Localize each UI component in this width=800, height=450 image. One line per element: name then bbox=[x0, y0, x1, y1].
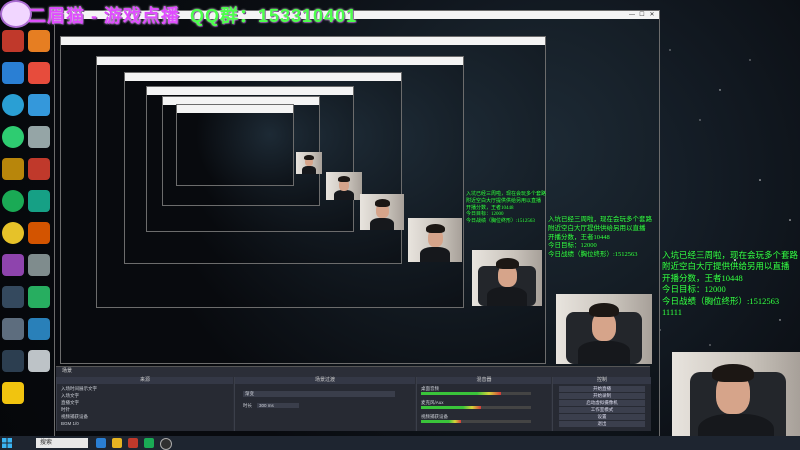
stream-info-text-small: 入坑已经三周啦，现在会玩多个套路 附近空白大厅提供供给另用以直播 开播分数，王者1… bbox=[466, 192, 547, 224]
studio-mode-button[interactable]: 工作室模式 bbox=[559, 407, 645, 413]
browser-icon[interactable] bbox=[96, 438, 106, 448]
desktop-shortcut-icon[interactable] bbox=[28, 190, 50, 212]
desktop-icon-column-2 bbox=[26, 26, 54, 426]
window-titlebar bbox=[125, 73, 401, 81]
maximize-button[interactable]: ☐ bbox=[639, 12, 645, 18]
desktop-shortcut-icon[interactable] bbox=[2, 286, 24, 308]
desktop-shortcut-icon[interactable] bbox=[2, 126, 24, 148]
source-item[interactable]: BGM 1/0 bbox=[61, 421, 79, 426]
desktop-shortcut-icon[interactable] bbox=[28, 222, 50, 244]
desktop-shortcut-icon[interactable] bbox=[28, 318, 50, 340]
obs-dock: 场景 来源 入场时间展示文字 入场文字 直播文字 时针 视频捕获设备 BGM 1… bbox=[56, 366, 651, 431]
window-titlebar bbox=[147, 87, 353, 95]
transitions-panel: 场景过渡 渐变 时长 300 ms bbox=[234, 377, 415, 431]
start-streaming-button[interactable]: 开始直播 bbox=[559, 386, 645, 392]
desktop-shortcut-icon[interactable] bbox=[2, 254, 24, 276]
minimize-button[interactable]: — bbox=[629, 12, 635, 18]
obs-preview-window-7 bbox=[176, 104, 294, 186]
desktop-shortcut-icon[interactable] bbox=[2, 222, 24, 244]
settings-button[interactable]: 设置 bbox=[559, 414, 645, 420]
desktop-shortcut-icon[interactable] bbox=[28, 94, 50, 116]
transition-select[interactable]: 渐变 bbox=[243, 391, 395, 397]
preview-canvas bbox=[177, 113, 293, 185]
duration-label: 时长 bbox=[243, 403, 252, 408]
stream-info-text: 入坑已经三周啦，现在会玩多个套路 附近空白大厅提供供给另用以直播 开播分数，王者1… bbox=[662, 250, 799, 318]
stream-title: 二眉猫 - 游戏点播 bbox=[28, 6, 180, 26]
mixer-panel: 混音器 桌面音频 麦克风/Aux 视频捕获设备 bbox=[416, 377, 551, 431]
source-item[interactable]: 入场文字 bbox=[61, 393, 79, 399]
desktop-shortcut-icon[interactable] bbox=[28, 126, 50, 148]
volume-meter-level bbox=[421, 420, 461, 423]
stream-info-text-medium: 入坑已经三周啦，现在会玩多个套路 附近空白大厅提供供给另用以直播 开播分数，王者1… bbox=[548, 216, 652, 259]
desktop-shortcut-icon[interactable] bbox=[2, 62, 24, 84]
desktop-shortcut-icon[interactable] bbox=[2, 30, 24, 52]
obs-icon[interactable] bbox=[160, 438, 172, 450]
window-titlebar bbox=[177, 105, 293, 113]
virtual-camera-button[interactable]: 启动虚拟摄像机 bbox=[559, 400, 645, 406]
desktop: — ☐ ✕ 入坑已经三周啦，现在会玩多个套路 附近空白大厅提供供给另用以直播 开… bbox=[0, 0, 800, 450]
webcam-feed-small-6 bbox=[556, 294, 652, 364]
sources-header: 来源 bbox=[57, 377, 233, 384]
duration-input[interactable]: 300 ms bbox=[257, 403, 299, 408]
webcam-feed-small-4 bbox=[408, 218, 462, 262]
folder-icon[interactable] bbox=[112, 438, 122, 448]
controls-header: 控制 bbox=[553, 377, 651, 384]
mixer-header: 混音器 bbox=[417, 377, 551, 384]
webcam-feed-small-2 bbox=[326, 172, 362, 200]
volume-meter-level bbox=[421, 406, 481, 409]
desktop-shortcut-icon[interactable] bbox=[28, 254, 50, 276]
stream-title-overlay: 二眉猫 - 游戏点播 QQ群：153310401 bbox=[28, 2, 357, 28]
desktop-shortcut-icon[interactable] bbox=[28, 286, 50, 308]
search-input[interactable]: 搜索 bbox=[36, 438, 88, 448]
window-titlebar bbox=[97, 57, 463, 65]
window-titlebar bbox=[61, 37, 545, 45]
desktop-shortcut-icon[interactable] bbox=[28, 62, 50, 84]
source-item[interactable]: 时针 bbox=[61, 407, 70, 413]
volume-meter-level bbox=[421, 392, 501, 395]
webcam-feed-small-5 bbox=[472, 250, 542, 306]
controls-panel: 控制 开始直播 开始录制 启动虚拟摄像机 工作室模式 设置 退出 bbox=[552, 377, 651, 431]
start-recording-button[interactable]: 开始录制 bbox=[559, 393, 645, 399]
app-icon[interactable] bbox=[144, 438, 154, 448]
transitions-header: 场景过渡 bbox=[235, 377, 415, 384]
close-button[interactable]: ✕ bbox=[649, 12, 655, 18]
desktop-shortcut-icon[interactable] bbox=[28, 30, 50, 52]
source-item[interactable]: 视频捕获设备 bbox=[61, 414, 88, 420]
windows-start-icon[interactable] bbox=[2, 438, 12, 448]
desktop-shortcut-icon[interactable] bbox=[2, 158, 24, 180]
desktop-shortcut-icon[interactable] bbox=[2, 382, 24, 404]
desktop-shortcut-icon[interactable] bbox=[28, 350, 50, 372]
scenes-tab[interactable]: 场景 bbox=[62, 368, 72, 375]
source-item[interactable]: 直播文字 bbox=[61, 400, 79, 406]
desktop-shortcut-icon[interactable] bbox=[2, 318, 24, 340]
webcam-feed-small-1 bbox=[296, 152, 322, 174]
taskbar: 搜索 bbox=[0, 436, 800, 450]
desktop-shortcut-icon[interactable] bbox=[28, 158, 50, 180]
qq-group-label: QQ群：153310401 bbox=[190, 6, 358, 26]
source-item[interactable]: 入场时间展示文字 bbox=[61, 386, 97, 392]
desktop-shortcut-icon[interactable] bbox=[2, 94, 24, 116]
webcam-feed-small-3 bbox=[360, 194, 404, 230]
app-icon[interactable] bbox=[128, 438, 138, 448]
desktop-shortcut-icon[interactable] bbox=[2, 350, 24, 372]
sources-panel: 来源 入场时间展示文字 入场文字 直播文字 时针 视频捕获设备 BGM 1/0 bbox=[56, 377, 233, 431]
desktop-shortcut-icon[interactable] bbox=[2, 190, 24, 212]
exit-button[interactable]: 退出 bbox=[559, 421, 645, 427]
